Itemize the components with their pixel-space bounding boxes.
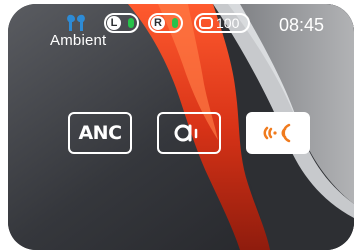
mode-label: Ambient xyxy=(50,32,107,49)
left-earbud-letter: L xyxy=(107,16,121,30)
anc-label: ANC xyxy=(78,122,122,144)
left-battery-level xyxy=(128,18,134,28)
transparency-icon xyxy=(174,124,198,142)
ambient-button[interactable] xyxy=(246,112,310,154)
status-bar: Ambient L R 100 08:45 xyxy=(8,4,354,49)
case-battery-value: 100 xyxy=(216,15,240,31)
anc-button[interactable]: ANC xyxy=(68,112,132,154)
phone-screen: Ambient L R 100 08:45 ANC xyxy=(8,4,354,250)
right-battery-level xyxy=(172,18,178,28)
clock: 08:45 xyxy=(279,15,325,35)
case-icon xyxy=(199,17,213,29)
case-battery: 100 xyxy=(194,12,250,34)
ambient-sound-icon xyxy=(263,123,291,143)
left-earbud-battery: L xyxy=(104,12,139,34)
right-earbud-battery: R xyxy=(148,12,183,34)
noise-control-bar: ANC xyxy=(8,112,354,162)
transparency-button[interactable] xyxy=(157,112,221,154)
right-earbud-letter: R xyxy=(151,16,165,30)
